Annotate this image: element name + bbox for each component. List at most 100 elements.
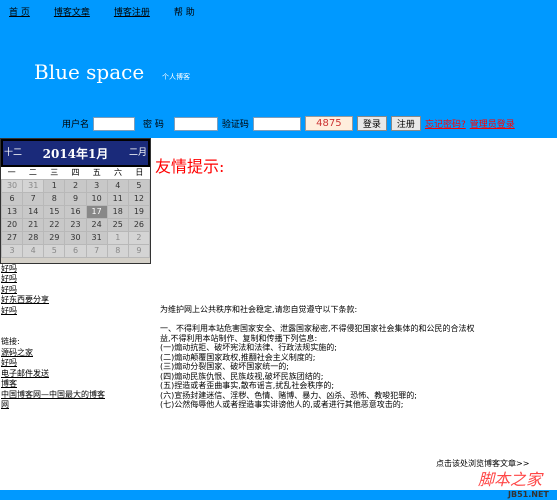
weekday-row: 一二三四五六日 — [1, 167, 150, 179]
calendar-day[interactable]: 7 — [86, 245, 107, 257]
friend-link[interactable]: 好吗 — [1, 358, 111, 368]
nav-home-link[interactable]: 首 页 — [9, 5, 30, 18]
calendar-day[interactable]: 13 — [2, 206, 23, 218]
notice-line — [160, 315, 480, 325]
calendar-day[interactable]: 8 — [107, 245, 128, 257]
calendar-day[interactable]: 2 — [65, 180, 86, 192]
login-button[interactable]: 登录 — [356, 116, 387, 131]
nav-register-link[interactable]: 博客注册 — [114, 5, 150, 18]
notice-line: 一、不得利用本站危害国家安全、泄露国家秘密,不得侵犯国家社会集体的和公民的合法权… — [160, 324, 475, 343]
next-month-button[interactable]: 二月 — [128, 148, 148, 158]
calendar-day[interactable]: 1 — [44, 180, 65, 192]
notice-line: (五)捏造或者歪曲事实,散布谣言,扰乱社会秩序的; — [160, 381, 335, 390]
friend-links-list: 源码之家 好吗 电子邮件发送 博客 中国博客网—中国最大的博客网 — [1, 348, 111, 410]
calendar-day[interactable]: 31 — [86, 232, 107, 244]
calendar-day[interactable]: 5 — [128, 180, 149, 192]
forgot-password-link[interactable]: 忘记密码? — [425, 117, 466, 130]
captcha-input[interactable] — [252, 116, 301, 131]
weekday-label: 六 — [114, 168, 123, 177]
notice-line: 为维护网上公共秩序和社会稳定,请您自觉遵守以下条款: — [160, 305, 358, 314]
admin-login-link[interactable]: 管理员登录 — [470, 117, 515, 130]
notice-body: 为维护网上公共秩序和社会稳定,请您自觉遵守以下条款: 一、不得利用本站危害国家安… — [160, 305, 480, 416]
calendar-day[interactable]: 27 — [2, 232, 23, 244]
calendar-day[interactable]: 14 — [23, 206, 44, 218]
calendar-day[interactable]: 4 — [23, 245, 44, 257]
calendar-day[interactable]: 30 — [2, 180, 23, 192]
calendar-day[interactable]: 3 — [86, 180, 107, 192]
header-bar: 首 页 博客文章 博客注册 帮 助 Blue space 个人博客 用户名 密 … — [0, 0, 557, 138]
article-list: 好吗 好吗 好吗 好东西要分享 好吗 — [1, 264, 111, 316]
calendar-day[interactable]: 19 — [128, 206, 149, 218]
calendar-day[interactable]: 26 — [128, 219, 149, 231]
notice-line: (三)煽动分裂国家、破坏国家统一的; — [160, 362, 289, 371]
notice-line: (四)煽动民族仇恨、民族歧视,破坏民族团结的; — [160, 371, 324, 381]
password-label: 密 码 — [143, 120, 164, 130]
left-column: 好吗 好吗 好吗 好东西要分享 好吗 链接: 源码之家 好吗 电子邮件发送 博客 中国博客网—中… — [1, 264, 111, 410]
friend-link[interactable]: 中国博客网—中国最大的博客网 — [1, 390, 111, 411]
calendar-day[interactable]: 28 — [23, 232, 44, 244]
username-input[interactable] — [93, 116, 136, 131]
calendar-day[interactable]: 30 — [65, 232, 86, 244]
weekday-label: 三 — [50, 168, 59, 177]
calendar-day[interactable]: 16 — [65, 206, 86, 218]
calendar-day[interactable]: 12 — [128, 193, 149, 205]
register-button[interactable]: 注册 — [390, 116, 421, 131]
friend-link[interactable]: 电子邮件发送 — [1, 369, 111, 379]
calendar-day[interactable]: 7 — [23, 193, 44, 205]
article-link[interactable]: 好吗 — [1, 264, 111, 274]
calendar-day[interactable]: 11 — [107, 193, 128, 205]
calendar-day[interactable]: 29 — [44, 232, 65, 244]
article-link[interactable]: 好东西要分享 — [1, 295, 111, 305]
calendar-day[interactable]: 22 — [44, 219, 65, 231]
calendar-day[interactable]: 21 — [23, 219, 44, 231]
prev-month-button[interactable]: 十二 — [3, 148, 23, 158]
notice-line: (一)煽动抗拒、破坏宪法和法律、行政法规实施的; — [160, 343, 337, 352]
calendar-day[interactable]: 10 — [86, 193, 107, 205]
friend-link[interactable]: 博客 — [1, 379, 111, 389]
notice-line: (二)煽动颠覆国家政权,推翻社会主义制度的; — [160, 352, 316, 362]
footer-bar — [0, 490, 557, 500]
captcha-image[interactable]: 4875 — [304, 116, 353, 131]
calendar-day[interactable]: 2 — [128, 232, 149, 244]
article-link[interactable]: 好吗 — [1, 274, 111, 284]
nav-articles-link[interactable]: 博客文章 — [54, 5, 90, 18]
calendar-day[interactable]: 9 — [128, 245, 149, 257]
notice-line: (七)公然侮辱他人或者捏造事实诽谤他人的,或者进行其他恶意攻击的; — [160, 400, 404, 409]
top-nav: 首 页 博客文章 博客注册 帮 助 — [9, 5, 219, 18]
login-bar: 用户名 密 码 验证码 4875 登录 注册 忘记密码? 管理员登录 — [62, 116, 515, 131]
calendar-day[interactable]: 31 — [23, 180, 44, 192]
calendar-day[interactable]: 20 — [2, 219, 23, 231]
nav-help-link[interactable]: 帮 助 — [174, 5, 195, 18]
captcha-label: 验证码 — [221, 120, 249, 130]
site-title: Blue space — [34, 60, 145, 84]
calendar-day[interactable]: 8 — [44, 193, 65, 205]
calendar-day[interactable]: 4 — [107, 180, 128, 192]
calendar-day[interactable]: 15 — [44, 206, 65, 218]
calendar-day[interactable]: 17 — [86, 206, 107, 218]
calendar-day[interactable]: 1 — [107, 232, 128, 244]
calendar-day[interactable]: 25 — [107, 219, 128, 231]
calendar-day[interactable]: 6 — [2, 193, 23, 205]
calendar-day[interactable]: 5 — [44, 245, 65, 257]
watermark-logo: 脚本之家 — [478, 470, 543, 489]
site-subtitle: 个人博客 — [162, 73, 190, 81]
weekday-label: 一 — [7, 168, 16, 177]
calendar-header: 十二 2014年1月 二月 — [1, 139, 150, 167]
calendar-day[interactable]: 24 — [86, 219, 107, 231]
password-input[interactable] — [173, 116, 218, 131]
calendar-day[interactable]: 3 — [2, 245, 23, 257]
friend-link[interactable]: 源码之家 — [1, 348, 111, 358]
calendar-widget: 十二 2014年1月 二月 一二三四五六日 30 31 1 2 3 4 5 6 7 8 9 10 11 1… — [0, 138, 151, 264]
article-link[interactable]: 好吗 — [1, 306, 111, 316]
calendar-day[interactable]: 23 — [65, 219, 86, 231]
links-heading: 链接: — [1, 337, 20, 347]
calendar-day[interactable]: 9 — [65, 193, 86, 205]
notice-line: (六)宣扬封建迷信、淫秽、色情、赌博、暴力、凶杀、恐怖、教唆犯罪的; — [160, 390, 417, 400]
username-label: 用户名 — [62, 120, 90, 130]
calendar-day[interactable]: 18 — [107, 206, 128, 218]
notice-title: 友情提示: — [155, 157, 225, 176]
article-link[interactable]: 好吗 — [1, 285, 111, 295]
calendar-month-title: 2014年1月 — [42, 146, 109, 161]
calendar-day[interactable]: 6 — [65, 245, 86, 257]
weekday-label: 二 — [28, 168, 37, 177]
